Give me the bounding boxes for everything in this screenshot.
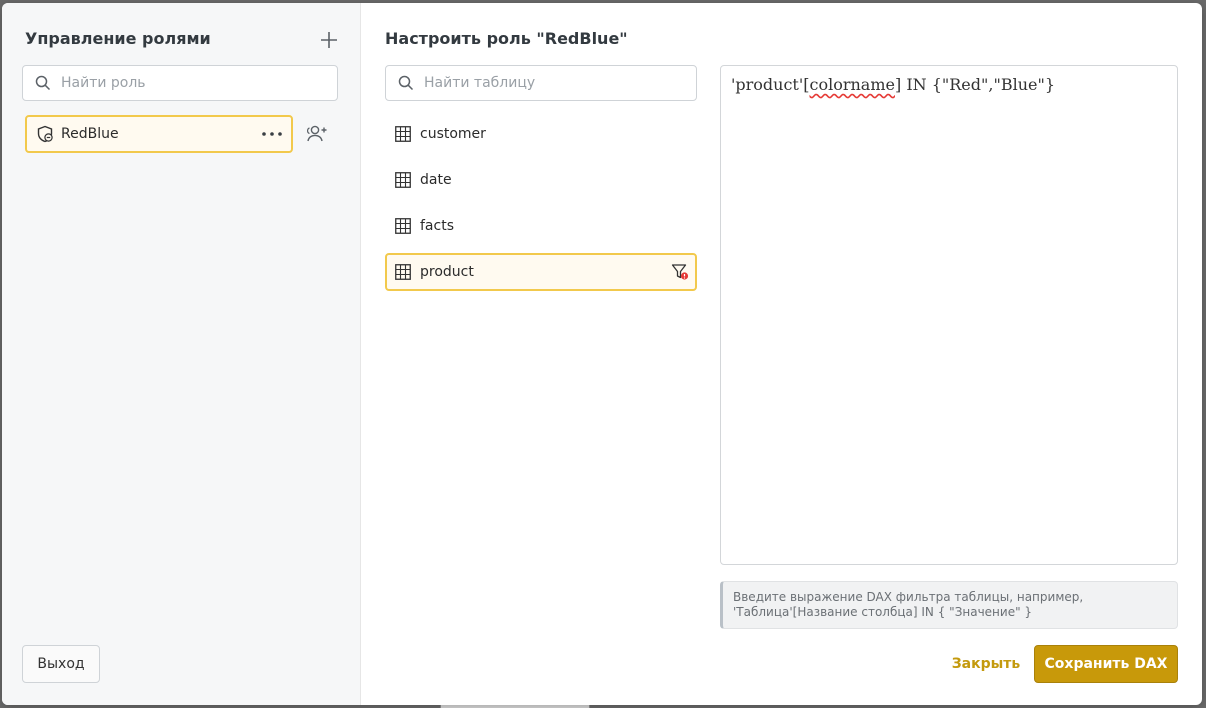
table-item-label: date: [420, 172, 452, 188]
save-dax-button[interactable]: Сохранить DAX: [1034, 645, 1178, 683]
table-grid-icon: [395, 126, 411, 142]
dax-expression[interactable]: 'product'[colorname] IN {"Red","Blue"}: [731, 75, 1055, 94]
add-user-icon: [305, 124, 329, 144]
search-icon: [35, 75, 51, 91]
table-grid-icon: [395, 172, 411, 188]
roles-panel: Управление ролями RedBlue: [2, 3, 361, 705]
table-item-date[interactable]: date: [385, 161, 697, 199]
dax-hint: Введите выражение DAX фильтра таблицы, н…: [720, 581, 1178, 629]
plus-icon: [320, 31, 338, 49]
table-grid-icon: [395, 264, 411, 280]
dax-code-part: ] IN {"Red","Blue"}: [894, 75, 1056, 94]
assign-users-button[interactable]: [304, 122, 330, 146]
dax-code-part: 'product'[: [731, 75, 810, 94]
role-item-redblue[interactable]: RedBlue: [25, 115, 293, 153]
shield-icon: [36, 125, 54, 143]
configure-role-title: Настроить роль "RedBlue": [385, 29, 628, 48]
table-item-product[interactable]: product: [385, 253, 697, 291]
table-item-label: customer: [420, 126, 486, 142]
table-item-label: facts: [420, 218, 454, 234]
table-item-customer[interactable]: customer: [385, 115, 697, 153]
filter-icon: [671, 263, 689, 281]
role-settings-dialog: Управление ролями RedBlue: [2, 3, 1202, 705]
role-item-label: RedBlue: [61, 126, 119, 142]
table-search[interactable]: [385, 65, 697, 101]
table-grid-icon: [395, 218, 411, 234]
dax-editor[interactable]: 'product'[colorname] IN {"Red","Blue"}: [720, 65, 1178, 565]
search-icon: [398, 75, 414, 91]
add-role-button[interactable]: [316, 27, 342, 53]
table-item-label: product: [420, 264, 474, 280]
dax-hint-line: Введите выражение DAX фильтра таблицы, н…: [733, 590, 1084, 604]
dax-code-misspelled: colorname: [809, 75, 895, 94]
exit-button[interactable]: Выход: [22, 645, 100, 683]
table-item-facts[interactable]: facts: [385, 207, 697, 245]
table-search-input[interactable]: [422, 74, 674, 92]
more-dots-icon[interactable]: [259, 124, 285, 144]
roles-panel-title: Управление ролями: [25, 29, 211, 48]
role-search[interactable]: [22, 65, 338, 101]
dax-hint-line: 'Таблица'[Название столбца] IN { "Значен…: [733, 605, 1033, 619]
role-search-input[interactable]: [59, 74, 315, 92]
close-button[interactable]: Закрыть: [948, 645, 1024, 683]
